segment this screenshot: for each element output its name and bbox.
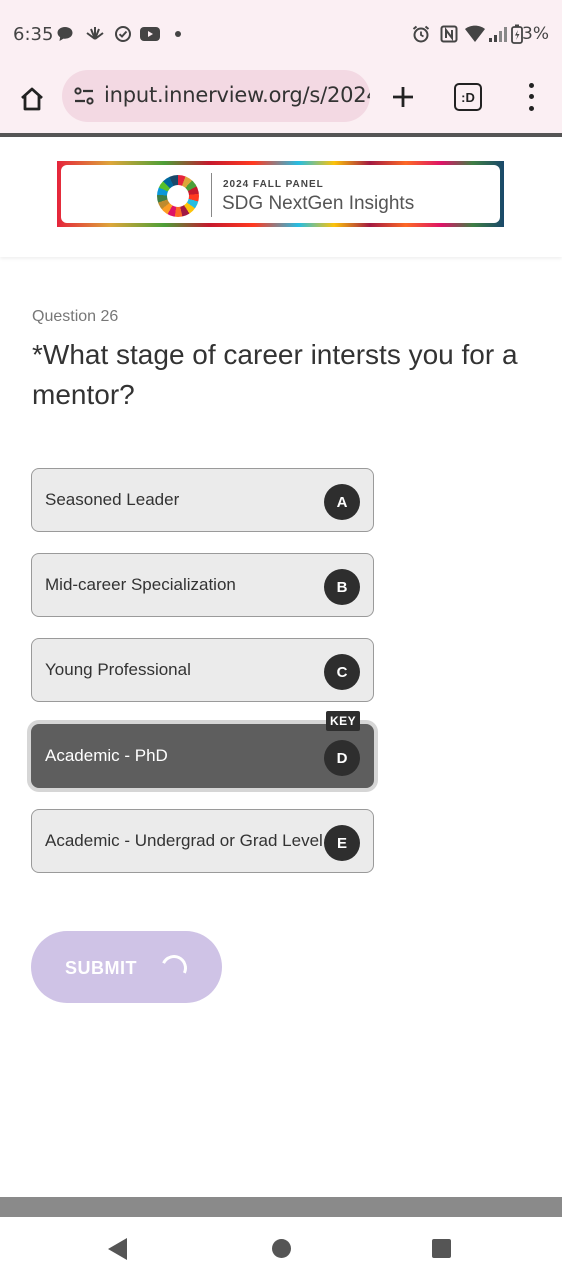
bottom-gray-bar <box>0 1197 562 1217</box>
option-label: Academic - Undergrad or Grad Level <box>45 831 323 850</box>
tab-count: :D <box>461 89 475 105</box>
url-text: input.innerview.org/s/2024- <box>104 83 370 107</box>
option-key-badge: B <box>324 569 360 605</box>
option-label: Academic - PhD <box>45 746 168 765</box>
wifi-icon <box>463 24 487 44</box>
sdg-wheel-logo <box>157 175 199 217</box>
chat-icon <box>55 24 75 44</box>
status-bar: 6:35 3% <box>0 0 562 70</box>
status-time: 6:35 <box>13 24 54 45</box>
key-hint-badge: KEY <box>326 711 361 731</box>
option-label: Young Professional <box>45 660 191 679</box>
browser-toolbar: input.innerview.org/s/2024- :D <box>0 70 562 134</box>
submit-label: SUBMIT <box>65 958 137 978</box>
address-bar[interactable]: input.innerview.org/s/2024- <box>62 70 370 122</box>
option-key-badge: E <box>324 825 360 861</box>
youtube-icon <box>140 24 160 44</box>
option-label: Mid-career Specialization <box>45 575 236 594</box>
option-key-badge: D <box>324 740 360 776</box>
panel-banner: 2024 FALL PANEL SDG NextGen Insights <box>57 161 504 227</box>
recents-icon[interactable] <box>432 1239 451 1258</box>
system-nav-bar <box>0 1217 562 1280</box>
home-icon[interactable] <box>14 81 50 117</box>
nfc-icon <box>439 24 459 44</box>
banner-title: SDG NextGen Insights <box>222 193 415 214</box>
pinwheel-icon <box>83 24 107 44</box>
site-settings-icon[interactable] <box>72 84 96 108</box>
option-key-badge: C <box>324 654 360 690</box>
survey-header: 2024 FALL PANEL SDG NextGen Insights <box>0 137 562 257</box>
loading-spinner-icon <box>157 951 191 985</box>
back-icon[interactable] <box>108 1238 127 1260</box>
option-d[interactable]: Academic - PhD D <box>31 724 374 788</box>
alarm-icon <box>411 24 431 44</box>
signal-icon <box>488 24 508 44</box>
question-title: *What stage of career intersts you for a… <box>32 339 518 410</box>
option-b[interactable]: Mid-career Specialization B <box>31 553 374 617</box>
option-e[interactable]: Academic - Undergrad or Grad Level E <box>31 809 374 873</box>
option-a[interactable]: Seasoned Leader A <box>31 468 374 532</box>
option-key-badge: A <box>324 484 360 520</box>
banner-subtitle: 2024 FALL PANEL <box>223 179 324 190</box>
banner-divider <box>211 173 212 217</box>
battery-percent: 3% <box>522 24 549 44</box>
tab-switcher-button[interactable]: :D <box>454 83 482 111</box>
option-c[interactable]: Young Professional C <box>31 638 374 702</box>
home-nav-icon[interactable] <box>272 1239 291 1258</box>
check-circle-icon <box>113 24 133 44</box>
submit-button[interactable]: SUBMIT <box>31 931 222 1003</box>
new-tab-icon[interactable] <box>386 80 420 114</box>
question-number: Question 26 <box>32 308 119 325</box>
option-label: Seasoned Leader <box>45 490 180 509</box>
more-menu-icon[interactable] <box>520 80 542 114</box>
dot-icon <box>168 24 188 44</box>
